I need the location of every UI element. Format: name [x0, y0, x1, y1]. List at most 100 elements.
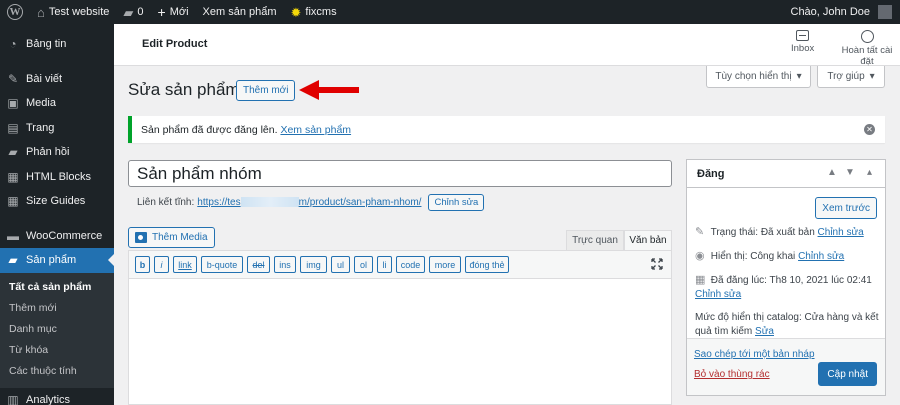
finish-setup-label: Hoàn tất cài đặt	[841, 45, 893, 67]
edit-catalog-link[interactable]: Sửa	[755, 326, 774, 337]
sidebar-item-label: Bài viết	[26, 72, 63, 85]
wordpress-logo-button[interactable]: W	[0, 0, 30, 24]
edit-visibility-link[interactable]: Chỉnh sửa	[798, 251, 844, 262]
admin-sidebar: ◔ Bảng tin ✎ Bài viết ▣ Media ▤ Trang ▰ …	[0, 24, 114, 405]
sidebar-item-comments[interactable]: ▰ Phản hồi	[0, 140, 114, 165]
sidebar-item-label: Sản phẩm	[26, 254, 77, 267]
comment-bubble-icon: ▰	[123, 4, 134, 20]
sidebar-item-label: Size Guides	[26, 195, 86, 208]
update-button[interactable]: Cập nhật	[818, 362, 877, 386]
caret-down-icon: ▾	[869, 71, 875, 82]
product-title-input[interactable]: Sản phẩm nhóm	[128, 160, 672, 187]
add-new-button[interactable]: Thêm mới	[236, 80, 296, 101]
tab-visual[interactable]: Trực quan	[566, 230, 624, 250]
published-value: Th8 10, 2021 lúc 02:41	[769, 275, 872, 286]
submenu-item-attributes[interactable]: Các thuộc tính	[0, 361, 114, 382]
inbox-button[interactable]: Inbox	[791, 30, 814, 54]
quicktag-link-button[interactable]: link	[173, 256, 197, 273]
publish-actions: Sao chép tới một bản nháp Bỏ vào thùng r…	[687, 338, 885, 395]
submenu-item-categories[interactable]: Danh mục	[0, 319, 114, 340]
gear-icon: ✹	[290, 4, 302, 20]
view-product-link[interactable]: Xem sản phẩm	[196, 0, 284, 24]
copy-to-draft-link[interactable]: Sao chép tới một bản nháp	[694, 349, 815, 360]
quicktag-del-button[interactable]: del	[247, 256, 270, 273]
fullscreen-expand-icon[interactable]	[651, 258, 663, 270]
permalink-label: Liên kết tĩnh:	[137, 196, 195, 208]
add-media-button[interactable]: Thêm Media	[128, 227, 215, 248]
view-product-label: Xem sản phẩm	[202, 6, 277, 18]
sidebar-item-label: Trang	[26, 121, 55, 134]
quicktag-ul-button[interactable]: ul	[331, 256, 350, 273]
permalink-link[interactable]: https://tes m/product/san-pham-nhom/	[197, 197, 421, 208]
user-account-menu[interactable]: Chào, John Doe	[784, 0, 900, 24]
status-value: Đã xuất bản	[760, 227, 815, 238]
product-icon: ▰	[8, 253, 18, 268]
quicktag-ol-button[interactable]: ol	[354, 256, 373, 273]
finish-setup-button[interactable]: Hoàn tất cài đặt	[834, 30, 900, 67]
tab-text[interactable]: Văn bản	[624, 230, 672, 250]
preview-button[interactable]: Xem trước	[815, 197, 877, 219]
sidebar-item-html-blocks[interactable]: ▦ HTML Blocks	[0, 165, 114, 190]
notice-text: Sản phẩm đã được đăng lên.	[141, 123, 278, 136]
publish-box: Đăng ▲ ▼ ▴ Xem trước ✎ Trạng thái: Đã xu…	[686, 159, 886, 396]
quicktag-li-button[interactable]: li	[377, 256, 392, 273]
sidebar-item-posts[interactable]: ✎ Bài viết	[0, 67, 114, 92]
dismiss-icon[interactable]: ✕	[864, 124, 875, 135]
quicktag-bold-button[interactable]: b	[135, 256, 150, 273]
fixcms-label: fixcms	[305, 6, 337, 18]
woo-icon: ▬	[7, 228, 19, 243]
inbox-label: Inbox	[791, 43, 815, 54]
new-content-link[interactable]: + Mới	[151, 0, 196, 24]
sidebar-item-label: HTML Blocks	[26, 170, 91, 183]
sidebar-item-dashboard[interactable]: ◔ Bảng tin	[0, 32, 114, 57]
size-guide-icon: ▦	[7, 194, 19, 209]
dashboard-icon: ◔	[9, 37, 17, 52]
pin-icon: ✎	[7, 71, 19, 86]
fixcms-link[interactable]: ✹ fixcms	[284, 0, 344, 24]
notice-view-product-link[interactable]: Xem sản phẩm	[280, 124, 351, 136]
edit-date-link[interactable]: Chỉnh sửa	[695, 289, 741, 300]
quicktag-blockquote-button[interactable]: b-quote	[201, 256, 243, 273]
quicktag-ins-button[interactable]: ins	[274, 256, 296, 273]
greeting-label: Chào, John Doe	[790, 6, 871, 18]
sidebar-item-pages[interactable]: ▤ Trang	[0, 116, 114, 141]
submenu-item-add-new[interactable]: Thêm mới	[0, 298, 114, 319]
catalog-label: Mức độ hiển thị catalog:	[695, 312, 802, 323]
edit-status-link[interactable]: Chỉnh sửa	[818, 227, 864, 238]
sidebar-item-analytics[interactable]: ▥ Analytics	[0, 388, 114, 405]
screen-options-tab[interactable]: Tùy chọn hiển thị ▾	[706, 66, 811, 88]
screen-options-label: Tùy chọn hiển thị	[715, 71, 792, 82]
red-arrow-annotation-icon	[299, 80, 359, 100]
submenu-item-all-products[interactable]: Tất cả sản phẩm	[0, 277, 114, 298]
quicktag-img-button[interactable]: img	[300, 256, 327, 273]
move-down-icon[interactable]: ▼	[845, 167, 855, 178]
move-up-icon[interactable]: ▲	[827, 167, 837, 178]
quicktag-code-button[interactable]: code	[396, 256, 425, 273]
sidebar-item-woocommerce[interactable]: ▬ WooCommerce	[0, 224, 114, 249]
sidebar-item-size-guides[interactable]: ▦ Size Guides	[0, 189, 114, 214]
analytics-icon: ▥	[7, 392, 19, 405]
visibility-row: ◉ Hiển thị: Công khai Chỉnh sửa	[695, 250, 879, 264]
sidebar-item-products[interactable]: ▰ Sản phẩm	[0, 248, 114, 273]
quicktag-italic-button[interactable]: i	[154, 256, 169, 273]
sidebar-item-label: Phản hồi	[26, 146, 70, 159]
collapse-icon[interactable]: ▴	[867, 167, 872, 178]
permalink-end: m/product/san-pham-nhom/	[298, 196, 422, 208]
help-tab[interactable]: Trợ giúp ▾	[817, 66, 885, 88]
quicktag-more-button[interactable]: more	[429, 256, 461, 273]
permalink-row: Liên kết tĩnh: https://tes m/product/san-…	[137, 193, 485, 211]
edit-permalink-button[interactable]: Chỉnh sửa	[428, 193, 485, 211]
published-date-row: ▦ Đã đăng lúc: Th8 10, 2021 lúc 02:41 Ch…	[695, 274, 879, 301]
wordpress-icon: W	[7, 4, 23, 20]
move-to-trash-link[interactable]: Bỏ vào thùng rác	[694, 369, 770, 380]
blurred-domain	[240, 196, 299, 207]
home-icon: ⌂	[37, 4, 45, 20]
quicktag-close-tags-button[interactable]: đóng thẻ	[465, 256, 509, 273]
visibility-value: Công khai	[750, 251, 796, 262]
sidebar-item-media[interactable]: ▣ Media	[0, 91, 114, 116]
sidebar-item-label: Analytics	[26, 393, 71, 405]
sidebar-item-label: Media	[26, 97, 56, 110]
comments-link[interactable]: ▰ 0	[116, 0, 150, 24]
submenu-item-tags[interactable]: Từ khóa	[0, 340, 114, 361]
site-name-link[interactable]: ⌂ Test website	[30, 0, 116, 24]
